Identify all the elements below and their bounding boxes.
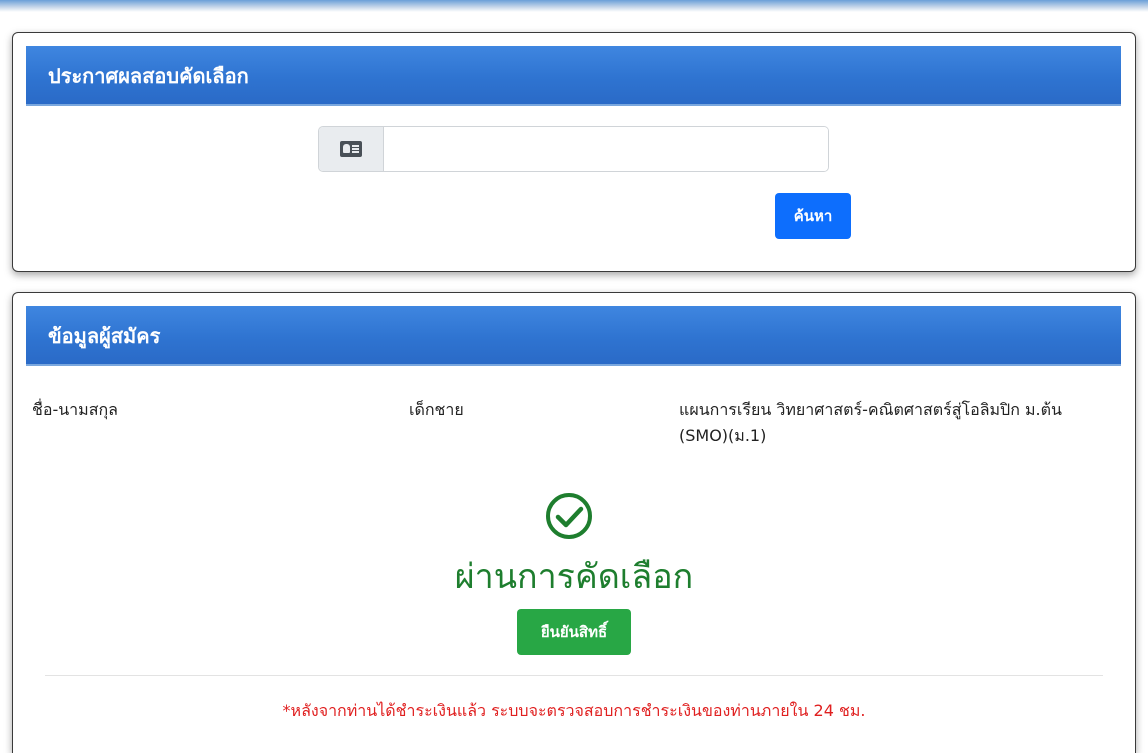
search-card: ประกาศผลสอบคัดเลือก ค้นหา <box>12 32 1136 272</box>
payment-note: *หลังจากท่านได้ชำระเงินแล้ว ระบบจะตรวจสอ… <box>282 701 866 720</box>
search-card-title: ประกาศผลสอบคัดเลือก <box>26 46 1121 106</box>
divider <box>45 675 1103 676</box>
confirm-rights-button[interactable]: ยืนยันสิทธิ์ <box>517 609 631 655</box>
top-bar <box>0 0 1148 12</box>
check-circle-icon <box>546 493 592 539</box>
study-plan: แผนการเรียน วิทยาศาสตร์-คณิตศาสตร์สู่โอล… <box>679 400 1062 445</box>
name-label: ชื่อ-นามสกุล <box>32 400 118 419</box>
id-number-input[interactable] <box>384 127 828 171</box>
result-status: ผ่านการคัดเลือก <box>454 557 694 597</box>
id-addon <box>319 127 384 171</box>
id-card-icon <box>340 141 362 157</box>
applicant-card-title: ข้อมูลผู้สมัคร <box>26 306 1121 366</box>
search-button[interactable]: ค้นหา <box>775 193 851 239</box>
applicant-card: ข้อมูลผู้สมัคร ชื่อ-นามสกุล เด็กชาย แผนก… <box>12 292 1136 753</box>
id-input-group <box>318 126 829 172</box>
gender-value: เด็กชาย <box>409 400 464 419</box>
